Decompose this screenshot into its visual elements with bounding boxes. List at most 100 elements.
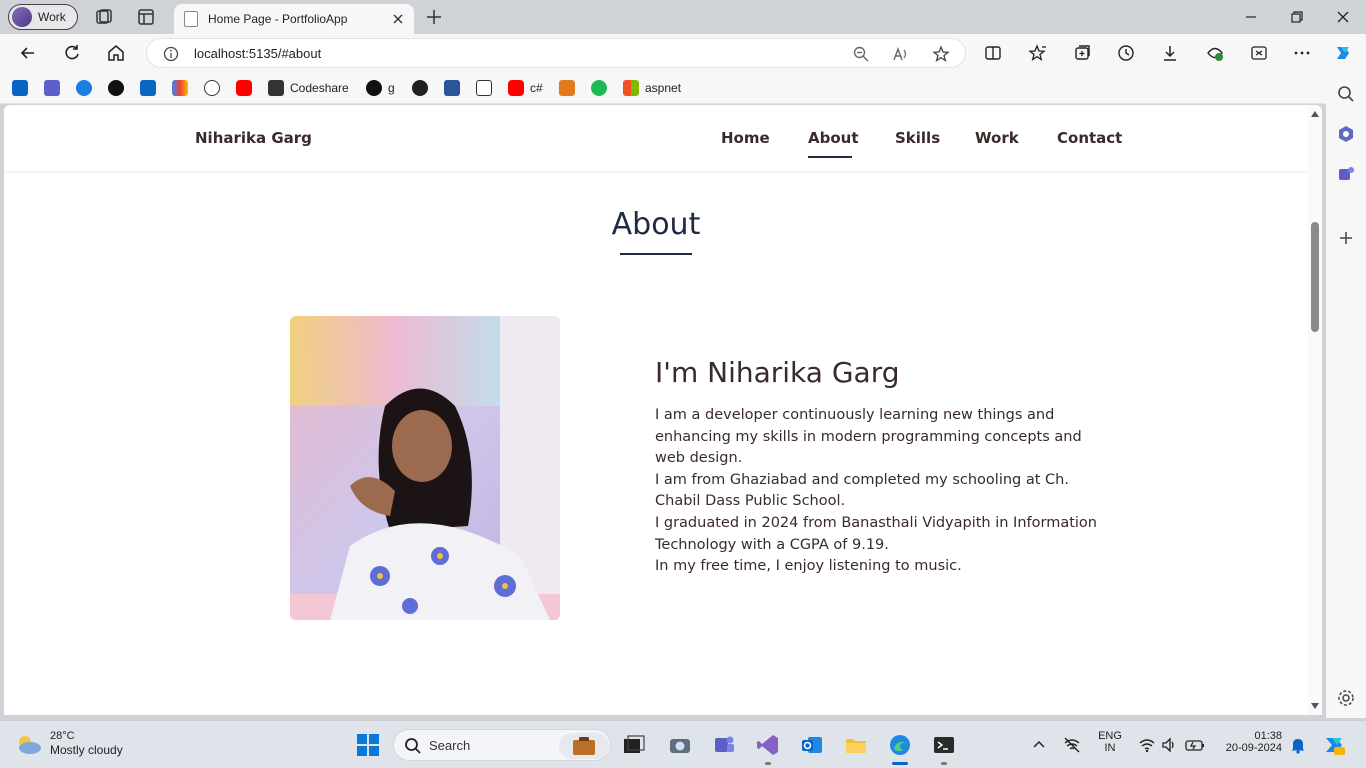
favorites-icon[interactable] [1028, 43, 1048, 63]
split-screen-icon[interactable] [983, 43, 1003, 63]
performance-icon[interactable] [1205, 43, 1225, 63]
close-window-icon[interactable] [1332, 6, 1354, 28]
url-text[interactable]: localhost:5135/#about [194, 46, 321, 61]
taskbar-search[interactable]: Search [393, 729, 611, 761]
site-brand[interactable]: Niharika Garg [195, 129, 312, 147]
favorite-youtube-csharp[interactable]: c# [508, 80, 543, 96]
address-bar[interactable]: localhost:5135/#about [146, 38, 966, 68]
camera-app-icon[interactable] [668, 733, 692, 757]
tab-home-page[interactable]: Home Page - PortfolioApp [174, 4, 414, 34]
copilot-app-icon[interactable] [1336, 124, 1356, 144]
collections-icon[interactable] [1072, 43, 1092, 63]
home-icon[interactable] [106, 43, 126, 63]
minimize-icon[interactable] [1240, 6, 1262, 28]
nav-home[interactable]: Home [721, 129, 770, 147]
site-info-icon[interactable] [163, 46, 179, 62]
edge-taskbar-icon[interactable] [888, 733, 912, 757]
nav-work[interactable]: Work [975, 129, 1019, 147]
favorite-teams[interactable] [44, 80, 60, 96]
weather-widget[interactable]: 28°C Mostly cloudy [14, 729, 123, 758]
wifi-icon[interactable] [1138, 736, 1156, 754]
scroll-up-arrow[interactable] [1311, 111, 1319, 117]
favorite-copilot[interactable] [412, 80, 428, 96]
favorite-spotify[interactable] [591, 80, 607, 96]
favorite-csharp-course[interactable] [476, 80, 492, 96]
language-indicator[interactable]: ENG IN [1094, 730, 1126, 754]
profile-photo-illustration [290, 316, 560, 620]
zoom-icon[interactable] [852, 45, 870, 63]
scroll-thumb[interactable] [1311, 222, 1319, 332]
weather-condition: Mostly cloudy [50, 743, 123, 757]
copilot-taskbar-icon[interactable] [1322, 733, 1346, 757]
start-icon[interactable] [356, 733, 380, 757]
favorite-gmail[interactable] [172, 80, 188, 96]
terminal-icon[interactable] [932, 733, 956, 757]
add-app-icon[interactable] [1336, 228, 1356, 248]
profile-button[interactable]: Work [8, 4, 78, 30]
page-scrollbar[interactable] [1308, 105, 1322, 715]
favorite-label: Codeshare [290, 81, 349, 95]
favorite-youtube[interactable] [236, 80, 252, 96]
clock[interactable]: 01:38 20-09-2024 [1216, 730, 1282, 754]
web-page: Niharika Garg Home About Skills Work Con… [4, 105, 1322, 715]
show-hidden-icons-icon[interactable] [1030, 736, 1048, 754]
nav-contact[interactable]: Contact [1057, 129, 1122, 147]
outlook-icon [12, 80, 28, 96]
onedrive-icon [76, 80, 92, 96]
file-explorer-icon[interactable] [844, 733, 868, 757]
battery-icon[interactable] [1184, 736, 1206, 754]
task-view-icon[interactable] [622, 733, 646, 757]
nav-about[interactable]: About [808, 129, 859, 147]
favorite-portrait[interactable] [559, 80, 575, 96]
running-indicator [941, 762, 947, 765]
clock-date: 20-09-2024 [1225, 742, 1282, 754]
linkedin-icon [140, 80, 156, 96]
nav-skills[interactable]: Skills [895, 129, 940, 147]
tab-strip: Work Home Page - PortfolioApp [0, 0, 1366, 34]
favorite-star-icon[interactable] [932, 45, 950, 63]
refresh-icon[interactable] [62, 43, 82, 63]
about-bio: I am a developer continuously learning n… [655, 405, 1105, 578]
site-navbar: Niharika Garg Home About Skills Work Con… [4, 105, 1308, 172]
active-app-indicator [892, 762, 908, 765]
favorite-onedrive[interactable] [76, 80, 92, 96]
cloudy-icon [19, 735, 41, 754]
favorite-linkedin[interactable] [140, 80, 156, 96]
downloads-icon[interactable] [1160, 43, 1180, 63]
more-options-icon[interactable] [1292, 43, 1312, 63]
copilot-icon[interactable] [1333, 43, 1353, 63]
read-aloud-icon[interactable] [892, 45, 910, 63]
bio-paragraph: In my free time, I enjoy listening to mu… [655, 558, 962, 575]
favorite-chatgpt[interactable] [204, 80, 220, 96]
outlook-taskbar-icon[interactable] [800, 733, 824, 757]
history-icon[interactable] [1116, 43, 1136, 63]
favorite-aspnet[interactable]: aspnet [623, 80, 681, 96]
screenshot-icon[interactable] [1249, 43, 1269, 63]
teams-taskbar-icon[interactable] [712, 733, 736, 757]
scroll-down-arrow[interactable] [1311, 703, 1319, 709]
favorite-github-g[interactable]: g [366, 80, 395, 96]
notification-bell-icon[interactable] [1290, 736, 1306, 754]
favorite-outlook[interactable] [12, 80, 28, 96]
network-off-icon[interactable] [1062, 735, 1082, 755]
restore-icon[interactable] [1286, 6, 1308, 28]
weather-temp: 28°C [50, 730, 75, 742]
vertical-tabs-icon[interactable] [136, 7, 156, 27]
search-icon[interactable] [1336, 84, 1356, 104]
settings-icon[interactable] [1336, 688, 1356, 708]
favorite-github[interactable] [108, 80, 124, 96]
portrait-icon [559, 80, 575, 96]
new-tab-icon[interactable] [424, 7, 444, 27]
workspaces-icon[interactable] [94, 7, 114, 27]
favorite-word[interactable] [444, 80, 460, 96]
word-icon [444, 80, 460, 96]
profile-avatar [12, 7, 32, 27]
back-icon[interactable] [18, 43, 38, 63]
teams-app-icon[interactable] [1336, 164, 1356, 184]
close-tab-icon[interactable] [390, 11, 406, 27]
visual-studio-icon[interactable] [756, 733, 780, 757]
csharp-course-icon [476, 80, 492, 96]
gmail-icon [172, 80, 188, 96]
favorite-codeshare[interactable]: Codeshare [268, 80, 349, 96]
volume-icon[interactable] [1160, 736, 1178, 754]
